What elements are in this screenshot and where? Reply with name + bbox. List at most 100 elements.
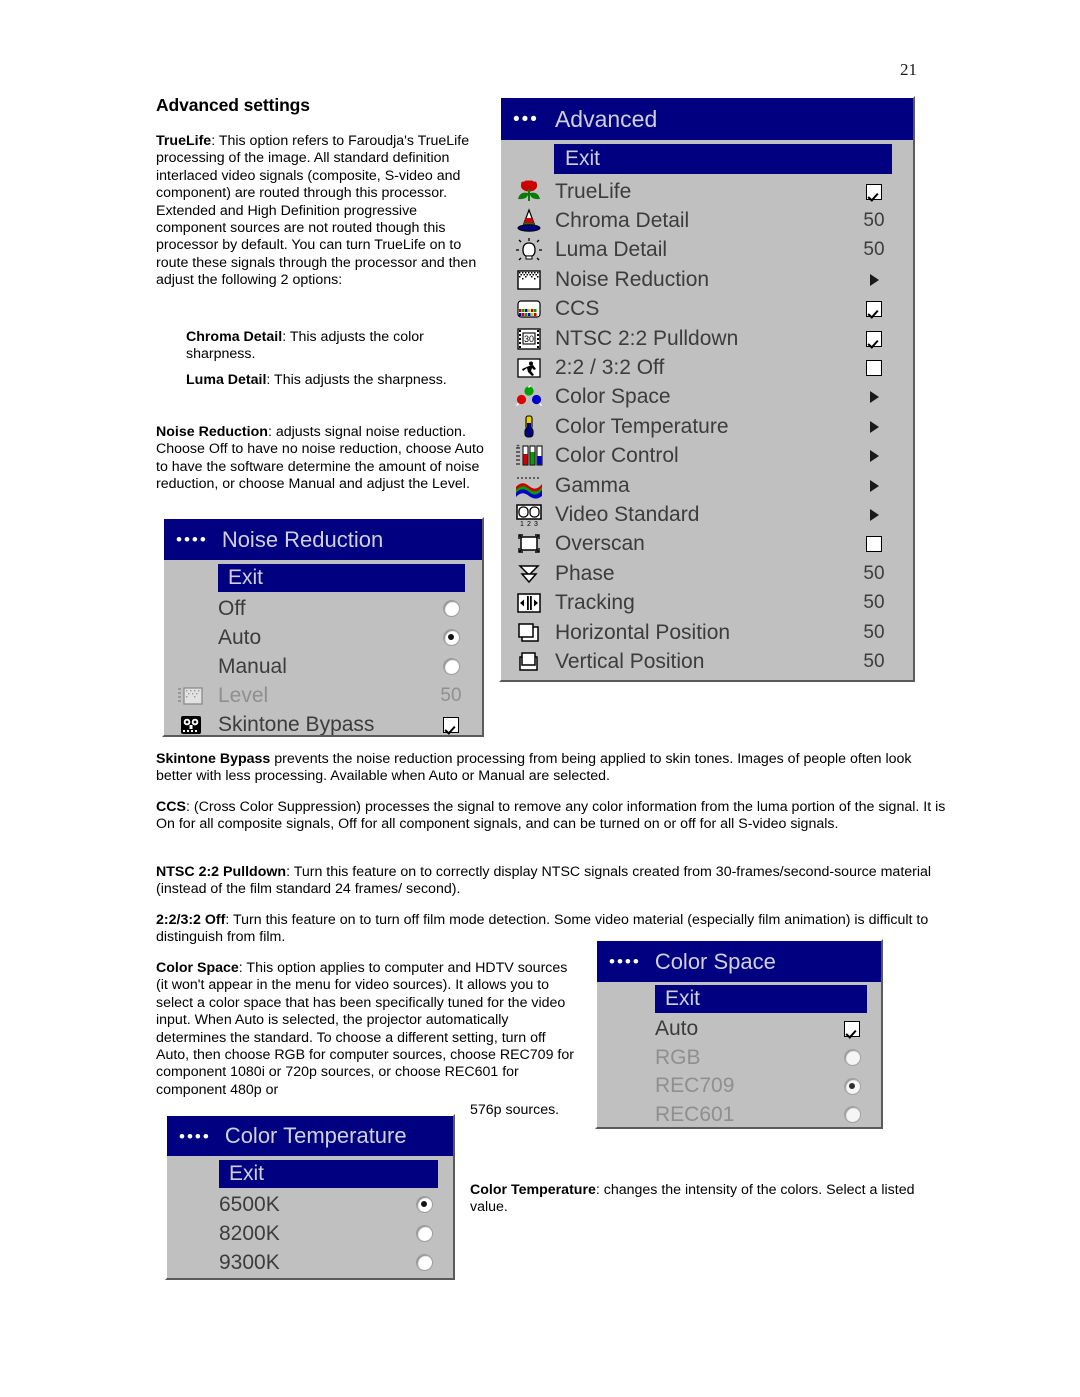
color-temperature-submenu-arrow-icon[interactable] xyxy=(857,420,891,433)
paragraph-luma-detail-body: : This adjusts the sharpness. xyxy=(266,372,447,388)
noise-reduction-exit-item[interactable]: Exit xyxy=(218,564,465,592)
color-temperature-dialog[interactable]: •••• Color Temperature Exit 6500K 8200K … xyxy=(165,1114,455,1280)
advanced-menu-title: Advanced xyxy=(554,105,658,132)
paragraph-truelife-term: TrueLife xyxy=(156,133,212,149)
paragraph-color-space-term: Color Space xyxy=(156,960,239,976)
tracking-value[interactable]: 50 xyxy=(857,592,891,614)
menu-item-color-temperature[interactable]: Color Temperature xyxy=(501,412,913,441)
menu-item-label: Auto xyxy=(218,625,262,649)
menu-item-truelife[interactable]: TrueLife xyxy=(501,177,913,206)
paragraph-ntsc-pulldown-term: NTSC 2:2 Pulldown xyxy=(156,864,287,880)
menu-item-luma-detail[interactable]: Luma Detail 50 xyxy=(501,236,913,265)
chroma-detail-value[interactable]: 50 xyxy=(857,210,891,232)
svg-text:1: 1 xyxy=(520,521,524,528)
menu-item-horizontal-position[interactable]: Horizontal Position 50 xyxy=(501,618,913,647)
menu-item-film-off[interactable]: 2:2 / 3:2 Off xyxy=(501,353,913,382)
menu-item-label: 8200K xyxy=(219,1221,280,1245)
menu-item-6500k[interactable]: 6500K xyxy=(167,1190,453,1219)
color-cone-icon xyxy=(511,208,547,234)
ccs-checkbox[interactable] xyxy=(857,301,891,318)
menu-item-label: 6500K xyxy=(219,1192,280,1216)
noise-level-icon xyxy=(172,683,210,709)
advanced-menu-exit-item[interactable]: Exit xyxy=(554,144,892,174)
auto-radio[interactable] xyxy=(438,630,464,645)
svg-text:2: 2 xyxy=(527,521,531,528)
paragraph-color-temperature-term: Color Temperature xyxy=(470,1182,596,1198)
menu-item-label: Color Space xyxy=(555,385,671,409)
menu-item-ntsc-pulldown[interactable]: 30 NTSC 2:2 Pulldown xyxy=(501,324,913,353)
menu-item-label: 2:2 / 3:2 Off xyxy=(555,356,665,380)
menu-item-chroma-detail[interactable]: Chroma Detail 50 xyxy=(501,206,913,235)
color-space-dialog[interactable]: •••• Color Space Exit Auto RGB REC709 RE… xyxy=(595,939,883,1129)
menu-item-noise-reduction[interactable]: Noise Reduction xyxy=(501,265,913,294)
menu-item-tracking[interactable]: Tracking 50 xyxy=(501,588,913,617)
horizontal-position-value[interactable]: 50 xyxy=(857,622,891,644)
overscan-checkbox[interactable] xyxy=(857,536,891,553)
color-space-title: Color Space xyxy=(654,948,776,974)
menu-item-ccs[interactable]: CCS xyxy=(501,295,913,324)
svg-text:+: + xyxy=(516,444,520,450)
vertical-position-icon xyxy=(511,649,547,675)
skintone-bypass-checkbox[interactable] xyxy=(438,716,464,733)
menu-item-overscan[interactable]: Overscan xyxy=(501,530,913,559)
tracking-icon xyxy=(511,590,547,616)
running-man-icon xyxy=(511,355,547,381)
off-radio[interactable] xyxy=(438,601,464,616)
video-standard-submenu-arrow-icon[interactable] xyxy=(857,508,891,521)
color-space-exit-item[interactable]: Exit xyxy=(655,985,867,1013)
paragraph-luma-detail-term: Luma Detail xyxy=(186,372,267,388)
paragraph-film-off-term: 2:2/3:2 Off xyxy=(156,912,226,928)
svg-text:3: 3 xyxy=(534,521,538,528)
paragraph-truelife: TrueLife: This option refers to Faroudja… xyxy=(156,133,486,290)
menu-item-off[interactable]: Off xyxy=(164,594,482,623)
menu-level-dots-icon: ••• xyxy=(513,108,539,130)
temp-6500k-radio[interactable] xyxy=(411,1197,437,1212)
temp-8200k-radio[interactable] xyxy=(411,1226,437,1241)
menu-item-skintone-bypass[interactable]: Skintone Bypass xyxy=(164,710,482,735)
menu-item-label: Noise Reduction xyxy=(555,267,710,291)
paragraph-ccs: CCS: (Cross Color Suppression) processes… xyxy=(156,799,946,834)
ntsc-pulldown-checkbox[interactable] xyxy=(857,330,891,347)
menu-item-auto[interactable]: Auto xyxy=(164,623,482,652)
gamma-curve-icon xyxy=(511,473,547,499)
menu-item-8200k[interactable]: 8200K xyxy=(167,1219,453,1248)
phase-value[interactable]: 50 xyxy=(857,563,891,585)
menu-item-color-control[interactable]: + Color Control xyxy=(501,442,913,471)
noise-reduction-dialog[interactable]: •••• Noise Reduction Exit Off Auto Manua… xyxy=(162,517,484,737)
menu-item-label: Color Control xyxy=(555,444,679,468)
menu-item-vertical-position[interactable]: Vertical Position 50 xyxy=(501,647,913,676)
truelife-checkbox[interactable] xyxy=(857,183,891,200)
paragraph-chroma-detail-term: Chroma Detail xyxy=(186,329,283,345)
menu-item-label: Auto xyxy=(655,1017,699,1041)
menu-item-gamma[interactable]: Gamma xyxy=(501,471,913,500)
color-bars-icon xyxy=(511,296,547,322)
film-off-checkbox[interactable] xyxy=(857,360,891,377)
manual-radio[interactable] xyxy=(438,659,464,674)
color-control-submenu-arrow-icon[interactable] xyxy=(857,450,891,463)
menu-item-video-standard[interactable]: 123 Video Standard xyxy=(501,500,913,529)
paragraph-skintone-bypass-term: Skintone Bypass xyxy=(156,751,271,767)
color-space-auto-checkbox[interactable] xyxy=(839,1021,865,1038)
menu-item-manual[interactable]: Manual xyxy=(164,652,482,681)
noise-reduction-submenu-arrow-icon[interactable] xyxy=(857,273,891,286)
menu-item-label: REC709 xyxy=(655,1074,735,1098)
menu-level-dots-icon: •••• xyxy=(179,1126,211,1146)
temp-9300k-radio[interactable] xyxy=(411,1255,437,1270)
menu-item-9300k[interactable]: 9300K xyxy=(167,1248,453,1277)
menu-item-auto[interactable]: Auto xyxy=(597,1015,881,1044)
menu-item-color-space[interactable]: Color Space xyxy=(501,383,913,412)
vertical-position-value[interactable]: 50 xyxy=(857,651,891,673)
luma-detail-value[interactable]: 50 xyxy=(857,239,891,261)
gamma-submenu-arrow-icon[interactable] xyxy=(857,479,891,492)
phase-icon xyxy=(511,561,547,587)
color-temperature-titlebar: •••• Color Temperature xyxy=(167,1116,453,1156)
paragraph-ccs-body: : (Cross Color Suppression) processes th… xyxy=(156,799,946,833)
color-space-rec709-radio xyxy=(839,1078,865,1094)
menu-level-dots-icon: •••• xyxy=(176,530,208,549)
paragraph-luma-detail: Luma Detail: This adjusts the sharpness. xyxy=(186,372,492,389)
color-space-submenu-arrow-icon[interactable] xyxy=(857,391,891,404)
blank-icon xyxy=(172,596,210,622)
advanced-menu-dialog[interactable]: ••• Advanced Exit TrueLife Chroma Detail… xyxy=(499,96,915,682)
color-temperature-exit-item[interactable]: Exit xyxy=(219,1160,438,1188)
menu-item-phase[interactable]: Phase 50 xyxy=(501,559,913,588)
